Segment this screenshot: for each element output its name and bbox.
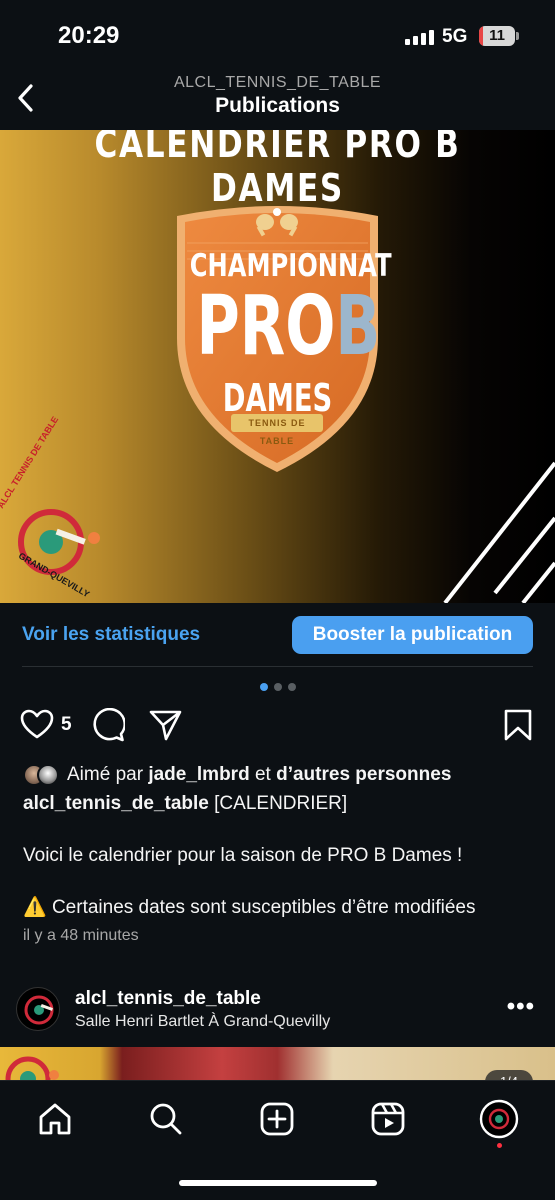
more-options-icon[interactable]: •••: [507, 993, 535, 1021]
carousel-indicator: [0, 683, 555, 691]
liked-by-middle: et: [254, 764, 271, 785]
status-time: 20:29: [58, 22, 120, 49]
profile-avatar-icon: [479, 1099, 519, 1139]
carousel-dot: [273, 683, 282, 691]
home-indicator: [179, 1180, 377, 1186]
view-insights-link[interactable]: Voir les statistiques: [22, 624, 200, 646]
status-bar: 20:29 5G 11: [0, 0, 555, 70]
post-timestamp: il y a 48 minutes: [23, 927, 139, 944]
search-icon: [150, 1103, 182, 1135]
shield-b-text: B: [335, 279, 381, 374]
caption-line-3-text: Certaines dates sont susceptibles d’être…: [51, 897, 476, 918]
carousel-dot: [259, 683, 268, 691]
caption-line-2: Voici le calendrier pour la saison de PR…: [23, 845, 463, 866]
notification-dot: [497, 1143, 502, 1148]
decorative-stripes: [443, 461, 555, 603]
shield-pro-text: PRO: [196, 279, 336, 374]
nav-create[interactable]: [257, 1099, 297, 1139]
caption-line-3: ⚠️ Certaines dates sont susceptibles d’ê…: [23, 895, 475, 919]
shield-pro: PROB: [197, 286, 381, 368]
club-avatar-icon: [24, 995, 54, 1025]
network-type: 5G: [442, 26, 468, 47]
reels-icon: [371, 1102, 405, 1136]
warning-icon: ⚠️: [23, 897, 47, 918]
nav-search[interactable]: [146, 1099, 186, 1139]
liked-by-others[interactable]: d’autres personnes: [276, 764, 451, 786]
boost-post-button[interactable]: Booster la publication: [292, 616, 533, 654]
like-count[interactable]: 5: [61, 714, 72, 736]
next-post-location[interactable]: Salle Henri Bartlet À Grand-Quevilly: [75, 1013, 330, 1031]
avatar[interactable]: [16, 987, 60, 1031]
comment-icon[interactable]: [91, 708, 125, 742]
battery-icon: 11: [479, 26, 515, 46]
next-post-header: alcl_tennis_de_table Salle Henri Bartlet…: [0, 985, 555, 1041]
nav-home[interactable]: [35, 1099, 75, 1139]
next-post-username[interactable]: alcl_tennis_de_table: [75, 988, 261, 1010]
bookmark-icon[interactable]: [501, 708, 535, 742]
post-image[interactable]: CALENDRIER PRO B DAMES CHAMPIONNAT PROB: [0, 130, 555, 603]
caption-username[interactable]: alcl_tennis_de_table: [23, 793, 209, 814]
page-title: Publications: [215, 94, 340, 117]
nav-profile[interactable]: [479, 1099, 519, 1139]
home-icon: [39, 1103, 71, 1135]
insights-row: Voir les statistiques Booster la publica…: [22, 603, 533, 667]
battery-level: 11: [489, 27, 505, 44]
carousel-dot: [287, 683, 296, 691]
header: ALCL_TENNIS_DE_TABLE Publications: [0, 70, 555, 130]
liked-by-prefix: Aimé par: [67, 764, 144, 785]
heart-icon[interactable]: [20, 708, 54, 742]
caption-line-1: alcl_tennis_de_table [CALENDRIER]: [23, 793, 347, 815]
nav-reels[interactable]: [368, 1099, 408, 1139]
liked-by-user[interactable]: jade_lmbrd: [148, 764, 249, 786]
signal-icon: [405, 29, 434, 45]
caption-tag: [CALENDRIER]: [214, 793, 348, 814]
post-actions: 5: [0, 706, 555, 746]
share-icon[interactable]: [148, 708, 182, 742]
header-username: ALCL_TENNIS_DE_TABLE: [173, 74, 382, 91]
avatar: [37, 764, 59, 786]
shield-tennis-badge: TENNIS DE TABLE: [231, 414, 323, 446]
add-post-icon: [260, 1102, 294, 1136]
liked-by-row[interactable]: Aimé par jade_lmbrd et d’autres personne…: [23, 762, 451, 788]
